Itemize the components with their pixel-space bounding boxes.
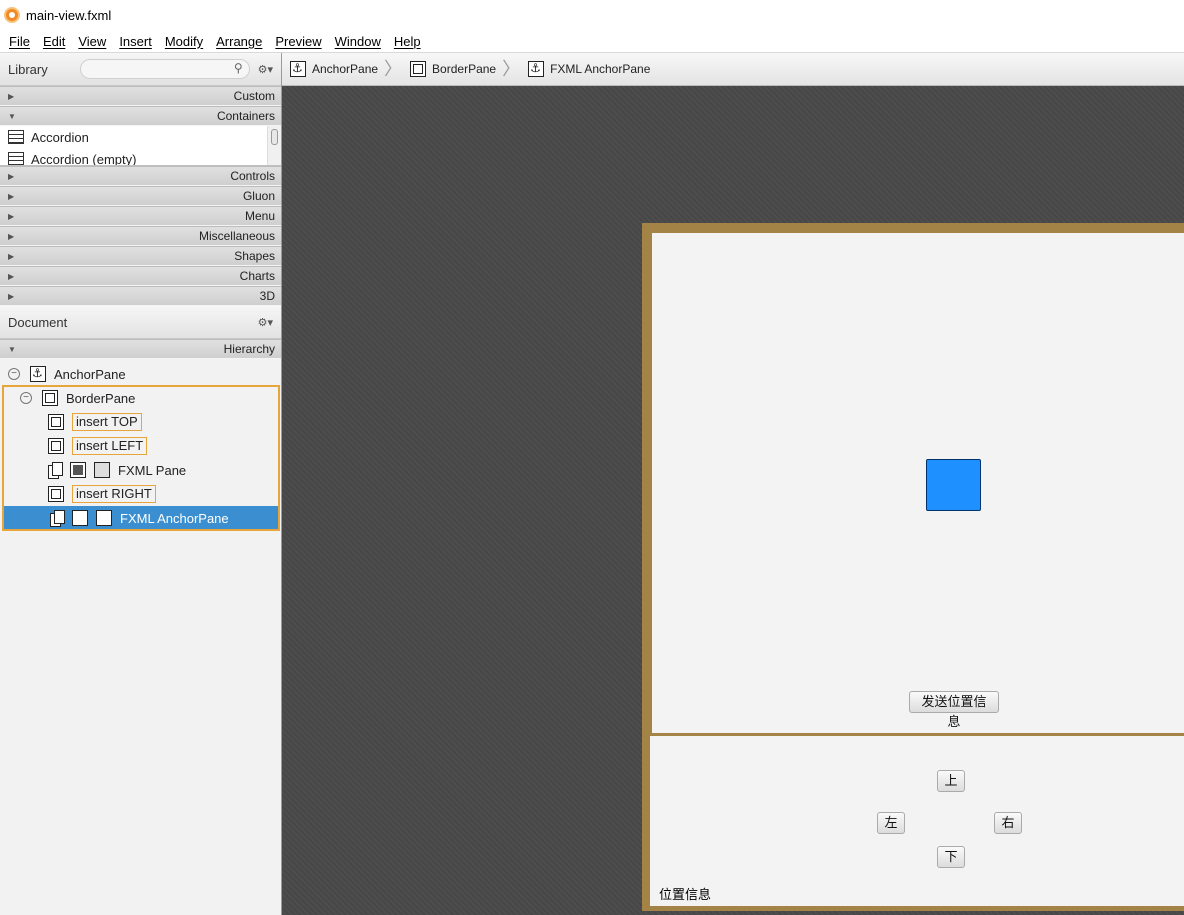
library-section-shapes[interactable]: ▶ Shapes xyxy=(0,246,281,266)
library-section-3d[interactable]: ▶ 3D xyxy=(0,286,281,306)
down-button[interactable]: 下 xyxy=(937,846,965,868)
library-section-miscellaneous[interactable]: ▶ Miscellaneous xyxy=(0,226,281,246)
library-settings-gear-icon[interactable]: ⚙▾ xyxy=(258,63,273,76)
expanded-arrow-icon: ▼ xyxy=(8,344,16,354)
breadcrumb-fxml-anchorpane[interactable]: FXML AnchorPane xyxy=(528,61,650,77)
section-label: 3D xyxy=(259,289,275,303)
hierarchy-tree: − AnchorPane − BorderPane insert TOP ins… xyxy=(0,359,281,531)
menu-insert[interactable]: Insert xyxy=(119,34,152,49)
menu-preview[interactable]: Preview xyxy=(275,34,321,49)
section-label: Menu xyxy=(244,209,275,223)
section-label: Shapes xyxy=(234,249,275,263)
section-label: Custom xyxy=(233,89,275,103)
library-item-label: Accordion (empty) xyxy=(31,151,137,166)
scrollbar-thumb[interactable] xyxy=(271,129,278,145)
library-item-list: Accordion Accordion (empty) xyxy=(0,126,281,166)
library-section-containers[interactable]: ▼ Containers xyxy=(0,106,281,126)
breadcrumb-label: BorderPane xyxy=(432,62,497,76)
collapsed-arrow-icon: ▶ xyxy=(8,191,15,201)
menu-edit[interactable]: Edit xyxy=(43,34,65,49)
breadcrumb-borderpane[interactable]: BorderPane xyxy=(410,61,496,77)
document-title: Document xyxy=(8,314,68,330)
library-section-custom[interactable]: ▶ Custom xyxy=(0,86,281,106)
collapsed-arrow-icon: ▶ xyxy=(8,211,15,221)
left-button[interactable]: 左 xyxy=(877,812,905,834)
menu-view[interactable]: View xyxy=(78,34,106,49)
tree-node-label: AnchorPane xyxy=(54,366,126,382)
document-settings-gear-icon[interactable]: ⚙▾ xyxy=(258,316,273,329)
menu-help[interactable]: Help xyxy=(394,34,421,49)
breadcrumb: AnchorPane 〉 BorderPane 〉 FXML AnchorPan… xyxy=(282,53,1184,86)
collapsed-arrow-icon: ▶ xyxy=(8,251,15,261)
library-item-accordion[interactable]: Accordion xyxy=(0,126,281,148)
menu-bar: File Edit View Insert Modify Arrange Pre… xyxy=(0,30,1184,53)
breadcrumb-label: AnchorPane xyxy=(312,62,379,76)
section-label: Controls xyxy=(230,169,275,183)
up-button[interactable]: 上 xyxy=(937,770,965,792)
collapsed-arrow-icon: ▶ xyxy=(8,231,15,241)
search-icon: ⚲ xyxy=(233,61,243,75)
expanded-arrow-icon: ▼ xyxy=(8,111,16,121)
collapsed-arrow-icon: ▶ xyxy=(8,271,15,281)
design-canvas-frame: 发送位置信息 上 左 右 下 位置信息 xyxy=(642,223,1184,911)
anchor-pane-icon xyxy=(528,61,545,77)
breadcrumb-label: FXML AnchorPane xyxy=(550,62,651,76)
title-bar: main-view.fxml xyxy=(0,0,1184,30)
collapsed-arrow-icon: ▶ xyxy=(8,171,15,181)
library-item-accordion-empty[interactable]: Accordion (empty) xyxy=(0,148,281,166)
section-label: Miscellaneous xyxy=(198,229,275,243)
window-title: main-view.fxml xyxy=(26,7,112,23)
breadcrumb-separator-icon: 〉 xyxy=(502,59,521,79)
scene-builder-app-icon xyxy=(4,7,20,23)
library-section-gluon[interactable]: ▶ Gluon xyxy=(0,186,281,206)
collapsed-arrow-icon: ▶ xyxy=(8,91,15,101)
borderpane-selection-outline xyxy=(2,385,280,531)
library-section-controls[interactable]: ▶ Controls xyxy=(0,166,281,186)
library-scrollbar[interactable] xyxy=(267,126,281,165)
border-pane-icon xyxy=(410,61,427,77)
fxml-pane-preview[interactable]: 发送位置信息 xyxy=(652,233,1184,733)
library-title: Library xyxy=(8,61,48,77)
section-label: Hierarchy xyxy=(223,342,275,356)
library-search-input[interactable]: ⚲ xyxy=(79,59,250,79)
left-panel: Library ⚲ ⚙▾ ▶ Custom ▼ Containers Accordi… xyxy=(0,53,282,915)
library-header: Library ⚲ ⚙▾ xyxy=(0,53,281,86)
content-area: AnchorPane 〉 BorderPane 〉 FXML AnchorPan… xyxy=(282,53,1184,915)
blue-rectangle[interactable] xyxy=(926,459,981,511)
menu-arrange[interactable]: Arrange xyxy=(216,34,262,49)
anchor-pane-icon xyxy=(290,61,306,77)
send-position-button[interactable]: 发送位置信息 xyxy=(909,691,999,729)
position-info-label: 位置信息 xyxy=(659,887,712,902)
menu-modify[interactable]: Modify xyxy=(165,34,203,49)
tree-node-anchorpane[interactable]: − AnchorPane xyxy=(0,362,281,386)
menu-file[interactable]: File xyxy=(9,34,30,49)
anchor-pane-icon xyxy=(30,366,46,382)
collapse-toggle-icon[interactable]: − xyxy=(8,368,20,380)
accordion-icon xyxy=(8,130,24,144)
accordion-icon xyxy=(8,152,24,165)
document-header: Document ⚙▾ xyxy=(0,306,281,339)
library-section-menu[interactable]: ▶ Menu xyxy=(0,206,281,226)
breadcrumb-anchorpane[interactable]: AnchorPane xyxy=(290,61,378,77)
collapsed-arrow-icon: ▶ xyxy=(8,291,15,301)
right-button[interactable]: 右 xyxy=(994,812,1022,834)
library-item-label: Accordion xyxy=(31,129,89,145)
breadcrumb-separator-icon: 〉 xyxy=(384,59,403,79)
fxml-anchorpane-preview[interactable]: 上 左 右 下 位置信息 xyxy=(650,736,1184,906)
section-label: Charts xyxy=(239,269,275,283)
section-label: Gluon xyxy=(242,189,275,203)
section-label: Containers xyxy=(216,109,275,123)
library-section-charts[interactable]: ▶ Charts xyxy=(0,266,281,286)
hierarchy-section[interactable]: ▼ Hierarchy xyxy=(0,339,281,359)
menu-window[interactable]: Window xyxy=(335,34,381,49)
